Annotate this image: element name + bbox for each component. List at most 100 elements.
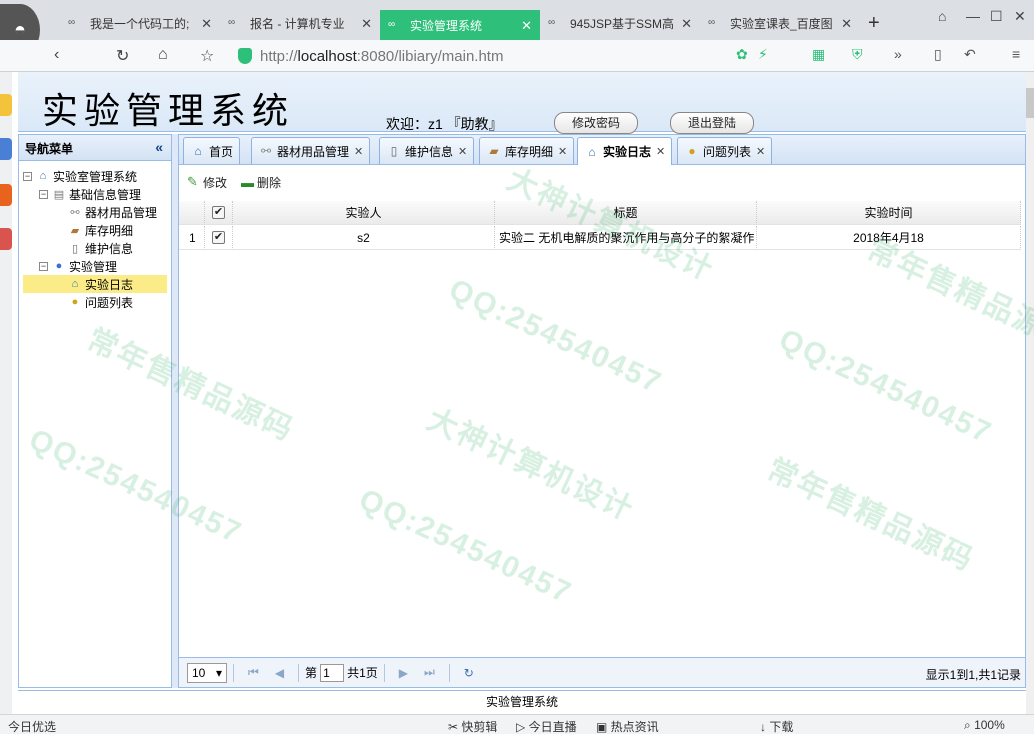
close-icon[interactable]: ✕ bbox=[656, 145, 665, 158]
close-icon[interactable]: ✕ bbox=[361, 16, 372, 32]
tree-node-root[interactable]: − ⌂ 实验室管理系统 bbox=[23, 167, 137, 185]
column-header-person[interactable]: 实验人 bbox=[233, 201, 495, 225]
tree-node-inventory[interactable]: ▰ 库存明细 bbox=[67, 221, 133, 239]
tree-toggle-icon[interactable]: − bbox=[39, 189, 48, 199]
logout-button[interactable]: 退出登陆 bbox=[670, 112, 754, 134]
browser-tab[interactable]: ∞ 实验室课表_百度图 ✕ bbox=[700, 8, 860, 38]
edit-button-label: 修改 bbox=[203, 175, 228, 190]
tree-node-maintenance[interactable]: ▯ 维护信息 bbox=[67, 239, 133, 257]
sidebar-app-icon[interactable] bbox=[0, 138, 12, 160]
row-number-header bbox=[179, 201, 205, 225]
browser-tab[interactable]: ∞ 报名 - 计算机专业 ✕ bbox=[220, 8, 380, 38]
browser-side-strip bbox=[0, 72, 12, 722]
close-window-icon[interactable]: ✕ bbox=[1014, 8, 1026, 25]
page-scrollbar[interactable] bbox=[1026, 72, 1034, 722]
shield-icon[interactable]: ⛨ bbox=[852, 46, 863, 63]
status-download[interactable]: ↓ 下载 bbox=[760, 718, 793, 734]
app-footer: 实验管理系统 bbox=[18, 690, 1026, 714]
back-icon[interactable]: ‹ bbox=[54, 46, 59, 64]
tab-inventory[interactable]: ▰ 库存明细 ✕ bbox=[479, 137, 575, 164]
change-password-button[interactable]: 修改密码 bbox=[554, 112, 638, 134]
reload-icon[interactable]: ↻ bbox=[116, 46, 129, 66]
tab-equipment[interactable]: ⚯ 器材用品管理 ✕ bbox=[251, 137, 371, 164]
close-icon[interactable]: ✕ bbox=[354, 145, 363, 158]
minimize-icon[interactable]: — bbox=[966, 8, 980, 24]
prev-page-icon[interactable]: ◀ bbox=[275, 666, 284, 680]
status-today-picks[interactable]: 今日优选 bbox=[8, 718, 56, 734]
scrollbar-thumb[interactable] bbox=[1026, 88, 1034, 118]
tree-node-experiment[interactable]: − ● 实验管理 bbox=[39, 257, 117, 275]
tree-node-basic-info[interactable]: − ▤ 基础信息管理 bbox=[39, 185, 141, 203]
folder-icon: ▤ bbox=[53, 188, 65, 201]
status-label: 100% bbox=[974, 718, 1005, 732]
column-header-title[interactable]: 标题 bbox=[495, 201, 757, 225]
tree-toggle-icon[interactable]: − bbox=[23, 171, 32, 181]
phone-icon[interactable]: ▯ bbox=[934, 46, 942, 63]
table-row[interactable]: 1 ✔ s2 实验二 无机电解质的聚沉作用与高分子的絮凝作 2018年4月18 bbox=[179, 226, 1025, 250]
extension-icon[interactable]: ✿ bbox=[736, 46, 748, 63]
new-tab-button[interactable]: + bbox=[868, 12, 880, 35]
select-all-checkbox[interactable]: ✔ bbox=[205, 201, 233, 225]
tab-label: 实验日志 bbox=[603, 145, 652, 159]
undo-icon[interactable]: ↶ bbox=[964, 46, 976, 63]
page-size-select[interactable]: 10 ▾ bbox=[187, 662, 227, 683]
collapse-icon[interactable]: « bbox=[155, 139, 163, 155]
status-news[interactable]: ▣ 热点资讯 bbox=[596, 718, 659, 734]
home-icon[interactable]: ⌂ bbox=[158, 46, 168, 64]
browser-nav-bar: ‹ ↻ ⌂ ☆ http://localhost:8080/libiary/ma… bbox=[0, 40, 1034, 72]
browser-tab[interactable]: ∞ 945JSP基于SSM高 ✕ bbox=[540, 8, 700, 38]
tree-node-experiment-log[interactable]: ⌂ 实验日志 bbox=[23, 275, 167, 293]
url-field[interactable]: http://localhost:8080/libiary/main.htm bbox=[238, 44, 718, 68]
status-live[interactable]: ▷ 今日直播 bbox=[516, 718, 577, 734]
close-icon[interactable]: ✕ bbox=[201, 16, 212, 32]
menu-icon[interactable]: ≡ bbox=[1012, 46, 1020, 62]
sidebar-tool-icon[interactable] bbox=[0, 228, 12, 250]
delete-button[interactable]: ▬ 删除 bbox=[241, 174, 281, 191]
tree-label: 实验日志 bbox=[85, 277, 134, 292]
status-label: 今日直播 bbox=[528, 720, 577, 734]
refresh-icon[interactable]: ↻ bbox=[464, 666, 474, 680]
page-number-input[interactable]: 1 bbox=[320, 663, 345, 682]
tab-experiment-log[interactable]: ⌂ 实验日志 ✕ bbox=[577, 137, 673, 165]
tab-home[interactable]: ⌂ 首页 bbox=[183, 137, 241, 164]
column-header-time[interactable]: 实验时间 bbox=[757, 201, 1021, 225]
cell-title: 实验二 无机电解质的聚沉作用与高分子的絮凝作 bbox=[495, 226, 757, 250]
tab-label: 首页 bbox=[209, 144, 234, 159]
maximize-icon[interactable]: ☐ bbox=[990, 8, 1003, 25]
status-zoom[interactable]: ⌕ 100% bbox=[964, 718, 1005, 733]
last-page-icon[interactable]: ⏭ bbox=[424, 665, 435, 680]
browser-tab[interactable]: ∞ 我是一个代码工的; ✕ bbox=[60, 8, 220, 38]
bandage-icon: ▰ bbox=[489, 144, 499, 158]
browser-tab-active[interactable]: ∞ 实验管理系统 ✕ bbox=[380, 10, 540, 40]
bookmark-star-icon[interactable]: ☆ bbox=[200, 46, 214, 66]
browser-tab-label: 实验管理系统 bbox=[410, 18, 483, 33]
tab-label: 器材用品管理 bbox=[277, 144, 350, 159]
next-page-icon[interactable]: ▶ bbox=[399, 666, 408, 680]
more-icon[interactable]: » bbox=[894, 46, 902, 62]
tree-node-equipment[interactable]: ⚯ 器材用品管理 bbox=[67, 203, 157, 221]
tree-toggle-icon[interactable]: − bbox=[39, 261, 48, 271]
close-icon[interactable]: ✕ bbox=[458, 145, 467, 158]
row-checkbox[interactable]: ✔ bbox=[205, 226, 233, 250]
close-icon[interactable]: ✕ bbox=[558, 145, 567, 158]
pager-separator bbox=[233, 663, 234, 682]
welcome-text: 欢迎：z1 『助教』 bbox=[386, 116, 503, 132]
lightning-icon[interactable]: ⚡ bbox=[758, 46, 768, 63]
first-page-icon[interactable]: ⏮ bbox=[248, 665, 259, 680]
sidebar-star-icon[interactable] bbox=[0, 94, 12, 116]
status-quick-edit[interactable]: ✂ 快剪辑 bbox=[448, 718, 497, 734]
sidebar-weibo-icon[interactable] bbox=[0, 184, 12, 206]
tab-issues[interactable]: ● 问题列表 ✕ bbox=[677, 137, 773, 164]
secure-shield-icon bbox=[238, 48, 252, 64]
url-path: :8080/libiary/main.htm bbox=[356, 47, 504, 65]
close-icon[interactable]: ✕ bbox=[841, 16, 852, 32]
tab-maintenance[interactable]: ▯ 维护信息 ✕ bbox=[379, 137, 475, 164]
skin-icon[interactable]: ⌂ bbox=[938, 8, 946, 24]
close-icon[interactable]: ✕ bbox=[756, 145, 765, 158]
apps-icon[interactable]: ▦ bbox=[812, 46, 825, 63]
tab-label: 维护信息 bbox=[405, 144, 454, 159]
edit-button[interactable]: ✎ 修改 bbox=[187, 174, 227, 191]
tree-node-issues[interactable]: ● 问题列表 bbox=[67, 293, 133, 311]
close-icon[interactable]: ✕ bbox=[521, 18, 532, 34]
close-icon[interactable]: ✕ bbox=[681, 16, 692, 32]
